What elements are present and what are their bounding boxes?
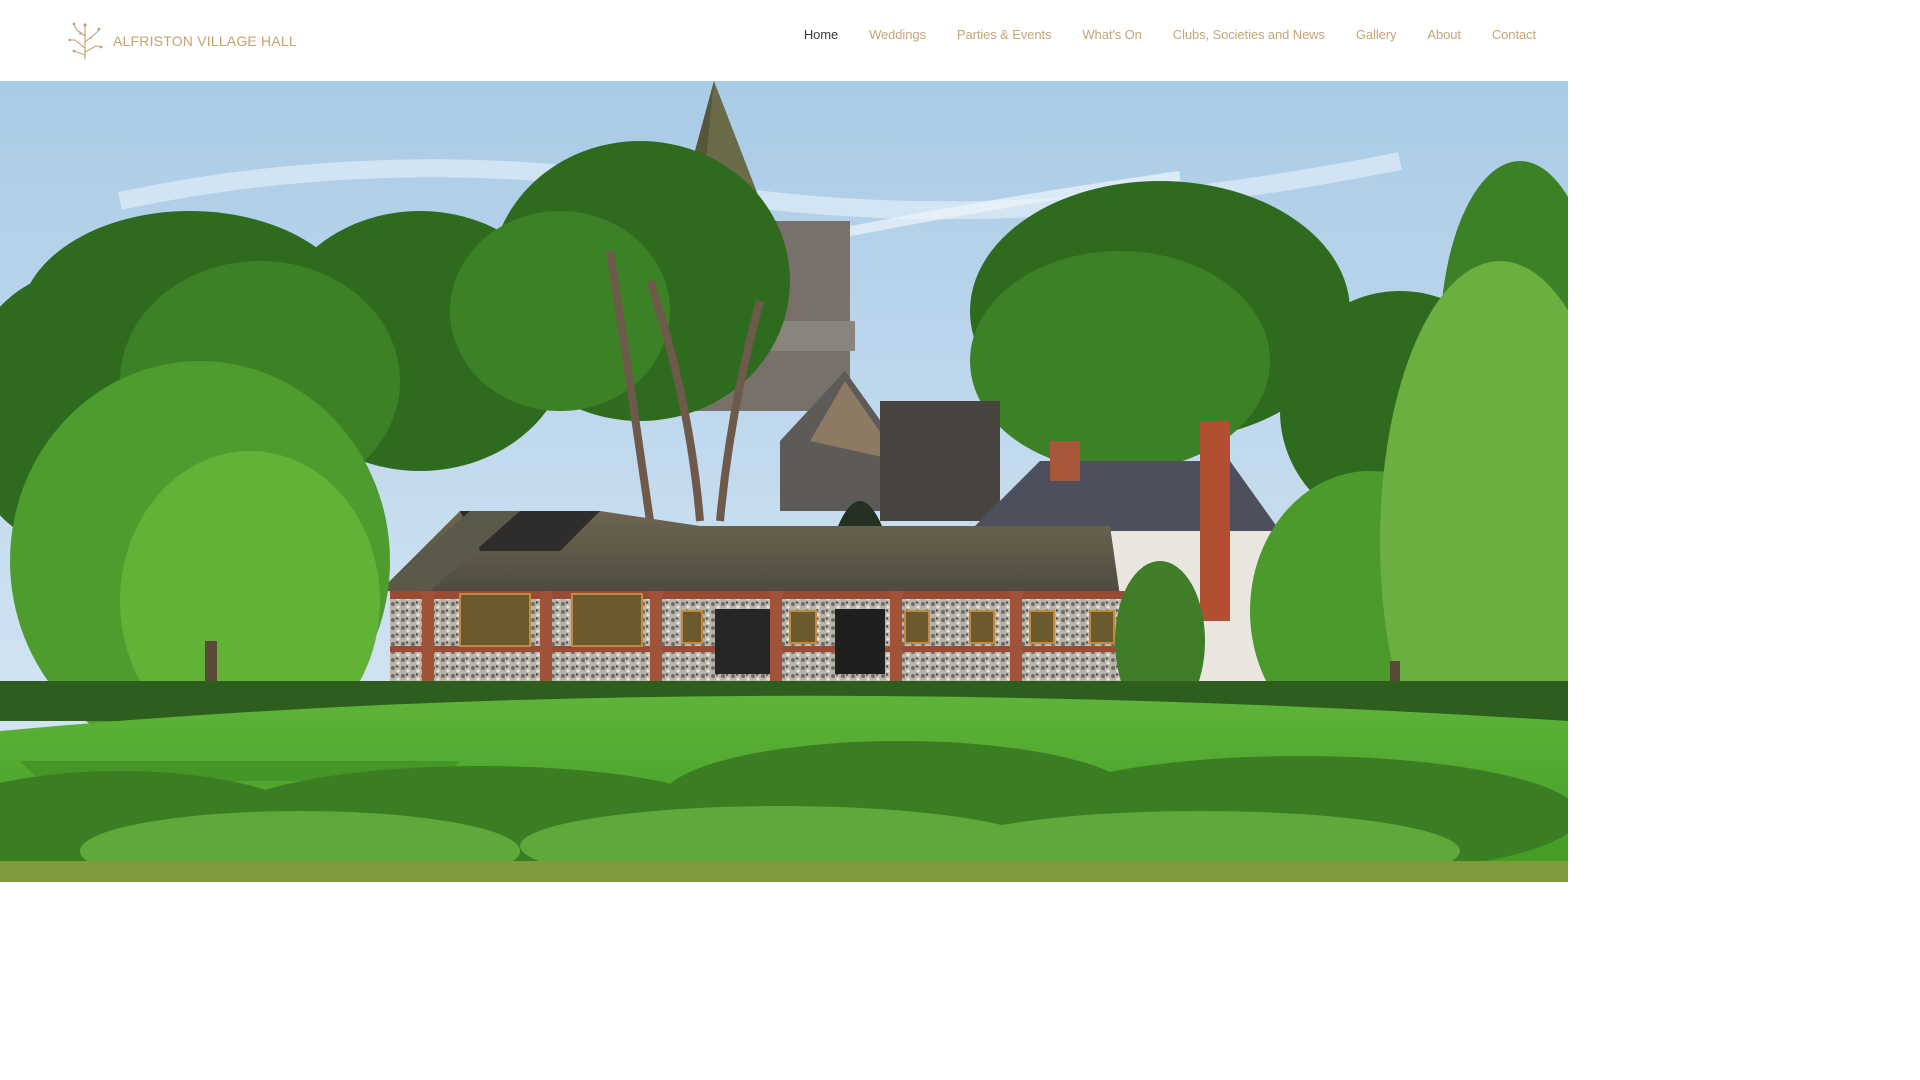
village-hall-photo xyxy=(0,81,1568,882)
nav-item-clubs-societies-news[interactable]: Clubs, Societies and News xyxy=(1173,27,1325,42)
nav-item-about[interactable]: About xyxy=(1427,27,1461,42)
nav-item-contact[interactable]: Contact xyxy=(1492,27,1536,42)
nav-item-weddings[interactable]: Weddings xyxy=(869,27,926,42)
hero-image xyxy=(0,81,1568,882)
nav-item-parties-events[interactable]: Parties & Events xyxy=(957,27,1052,42)
site-title: ALFRISTON VILLAGE HALL xyxy=(113,33,297,49)
nav-item-home[interactable]: Home xyxy=(804,27,838,42)
site-logo[interactable]: ALFRISTON VILLAGE HALL xyxy=(66,20,297,60)
site-header: ALFRISTON VILLAGE HALL Home Weddings Par… xyxy=(0,0,1568,81)
main-nav: Home Weddings Parties & Events What's On… xyxy=(804,27,1536,42)
tree-icon xyxy=(68,22,103,60)
nav-item-whats-on[interactable]: What's On xyxy=(1082,27,1141,42)
nav-item-gallery[interactable]: Gallery xyxy=(1356,27,1397,42)
